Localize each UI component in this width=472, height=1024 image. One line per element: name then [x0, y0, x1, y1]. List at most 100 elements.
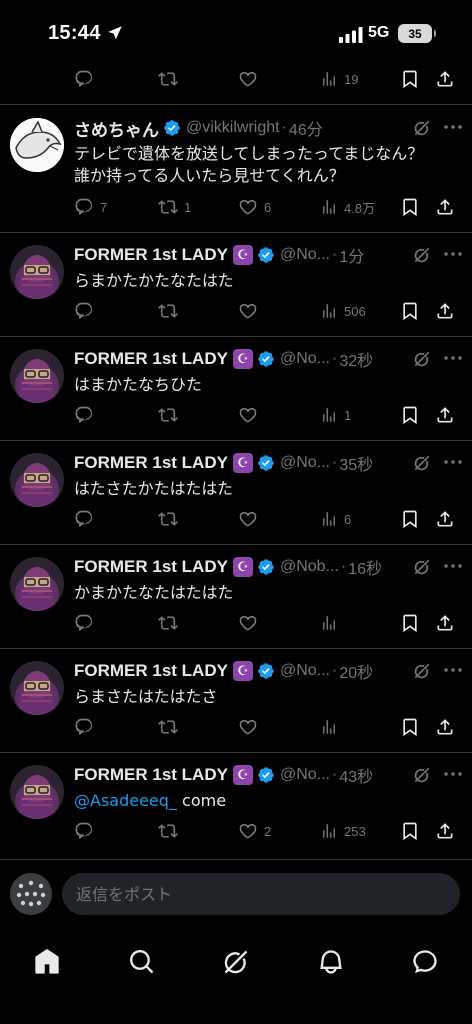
- timestamp[interactable]: 43秒: [339, 763, 373, 787]
- bookmark-button[interactable]: [400, 819, 420, 843]
- views-button[interactable]: [320, 715, 344, 739]
- profile-photo-icon: [10, 453, 64, 507]
- retweet-button[interactable]: [158, 611, 184, 635]
- like-button[interactable]: [238, 611, 264, 635]
- display-name[interactable]: FORMER 1st LADY: [74, 349, 228, 369]
- views-button[interactable]: [320, 611, 344, 635]
- bookmark-button[interactable]: [400, 403, 420, 427]
- more-icon[interactable]: [444, 125, 462, 129]
- reply-button[interactable]: [74, 819, 100, 843]
- nav-messages[interactable]: [401, 938, 449, 986]
- mention-link[interactable]: @Asadeeeq_: [74, 791, 177, 810]
- avatar[interactable]: [10, 118, 64, 172]
- my-avatar[interactable]: [10, 873, 52, 915]
- display-name[interactable]: さめちゃん: [74, 116, 159, 140]
- grok-icon[interactable]: [412, 557, 432, 577]
- reply-button[interactable]: [74, 715, 100, 739]
- grok-icon[interactable]: [412, 245, 432, 265]
- avatar[interactable]: [10, 557, 64, 611]
- retweet-button[interactable]: [158, 507, 184, 531]
- display-name[interactable]: FORMER 1st LADY: [74, 557, 228, 577]
- handle[interactable]: @No...: [280, 454, 330, 472]
- timestamp[interactable]: 20秒: [339, 659, 373, 683]
- views-button[interactable]: 4.8万: [320, 195, 375, 219]
- like-button[interactable]: [238, 67, 258, 91]
- share-button[interactable]: [435, 611, 455, 635]
- retweet-button[interactable]: [158, 299, 184, 323]
- more-icon[interactable]: [444, 356, 462, 360]
- bookmark-button[interactable]: [400, 611, 420, 635]
- views-button[interactable]: 1: [320, 403, 351, 427]
- more-icon[interactable]: [444, 668, 462, 672]
- timestamp[interactable]: 16秒: [348, 555, 382, 579]
- share-button[interactable]: [435, 195, 455, 219]
- retweet-button[interactable]: [158, 67, 178, 91]
- bookmark-button[interactable]: [400, 507, 420, 531]
- more-icon[interactable]: [444, 252, 462, 256]
- nav-search[interactable]: [118, 938, 166, 986]
- reply-button[interactable]: [74, 299, 100, 323]
- reply-button[interactable]: [74, 67, 94, 91]
- share-button[interactable]: [435, 715, 455, 739]
- avatar[interactable]: [10, 245, 64, 299]
- nav-home[interactable]: [23, 938, 71, 986]
- like-button[interactable]: 2: [238, 819, 271, 843]
- views-button[interactable]: 19: [320, 67, 358, 91]
- grok-icon[interactable]: [412, 453, 432, 473]
- views-button[interactable]: 253: [320, 819, 366, 843]
- timestamp[interactable]: 46分: [289, 116, 323, 140]
- handle[interactable]: @Nob...: [280, 558, 339, 576]
- share-button[interactable]: [435, 403, 455, 427]
- retweet-button[interactable]: [158, 819, 184, 843]
- handle[interactable]: @No...: [280, 350, 330, 368]
- reply-input[interactable]: [62, 873, 460, 915]
- share-button[interactable]: [435, 67, 455, 91]
- display-name[interactable]: FORMER 1st LADY: [74, 661, 228, 681]
- timestamp[interactable]: 32秒: [339, 347, 373, 371]
- more-icon[interactable]: [444, 460, 462, 464]
- bookmark-button[interactable]: [400, 299, 420, 323]
- handle[interactable]: @No...: [280, 662, 330, 680]
- share-icon: [435, 509, 455, 529]
- like-button[interactable]: [238, 403, 264, 427]
- grok-icon[interactable]: [412, 349, 432, 369]
- display-name[interactable]: FORMER 1st LADY: [74, 245, 228, 265]
- bookmark-button[interactable]: [400, 195, 420, 219]
- avatar[interactable]: [10, 661, 64, 715]
- like-button[interactable]: 6: [238, 195, 271, 219]
- nav-notifications[interactable]: [307, 938, 355, 986]
- retweet-button[interactable]: 1: [158, 195, 191, 219]
- avatar[interactable]: [10, 349, 64, 403]
- views-button[interactable]: 506: [320, 299, 366, 323]
- like-button[interactable]: [238, 299, 264, 323]
- grok-icon[interactable]: [412, 661, 432, 681]
- handle[interactable]: @vikkilwright: [186, 119, 280, 137]
- timestamp[interactable]: 35秒: [339, 451, 373, 475]
- nav-grok[interactable]: [212, 938, 260, 986]
- handle[interactable]: @No...: [280, 246, 330, 264]
- reply-button[interactable]: 7: [74, 195, 107, 219]
- display-name[interactable]: FORMER 1st LADY: [74, 453, 228, 473]
- bookmark-button[interactable]: [400, 67, 420, 91]
- grok-icon[interactable]: [412, 118, 432, 138]
- retweet-button[interactable]: [158, 715, 184, 739]
- reply-button[interactable]: [74, 403, 100, 427]
- timestamp[interactable]: 1分: [339, 243, 364, 267]
- views-button[interactable]: 6: [320, 507, 351, 531]
- display-name[interactable]: FORMER 1st LADY: [74, 765, 228, 785]
- reply-button[interactable]: [74, 507, 100, 531]
- avatar[interactable]: [10, 453, 64, 507]
- bookmark-button[interactable]: [400, 715, 420, 739]
- handle[interactable]: @No...: [280, 766, 330, 784]
- like-button[interactable]: [238, 715, 264, 739]
- retweet-button[interactable]: [158, 403, 184, 427]
- share-button[interactable]: [435, 819, 455, 843]
- avatar[interactable]: [10, 765, 64, 819]
- grok-icon[interactable]: [412, 765, 432, 785]
- reply-button[interactable]: [74, 611, 100, 635]
- more-icon[interactable]: [444, 772, 462, 776]
- share-button[interactable]: [435, 299, 455, 323]
- share-button[interactable]: [435, 507, 455, 531]
- more-icon[interactable]: [444, 564, 462, 568]
- like-button[interactable]: [238, 507, 264, 531]
